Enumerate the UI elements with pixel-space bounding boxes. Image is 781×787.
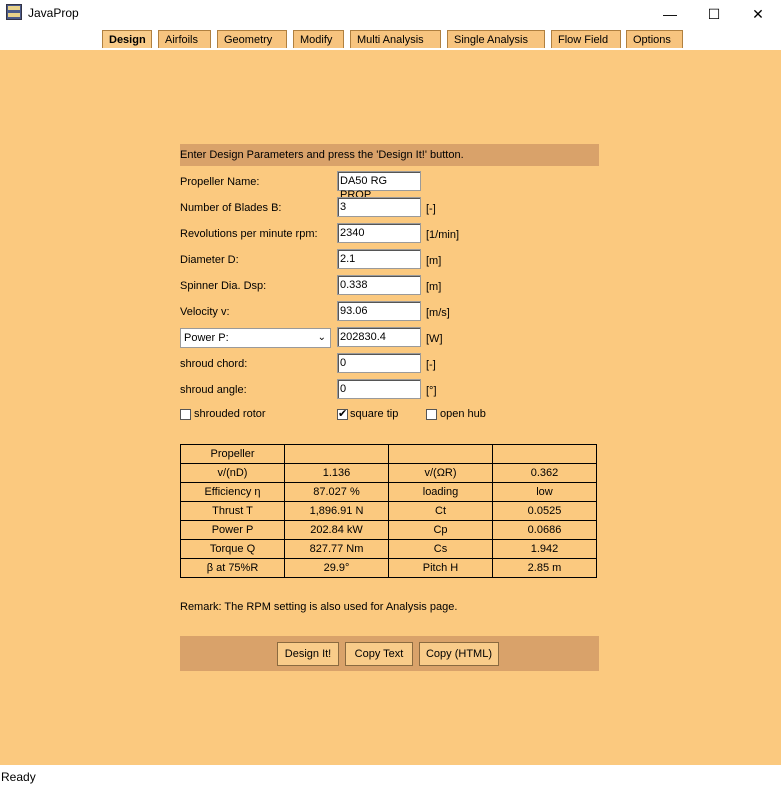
results-table: Propeller v/(nD) 1.136 v/(ΩR) 0.362 Effi…: [180, 444, 597, 578]
tab-airfoils[interactable]: Airfoils: [158, 30, 211, 48]
tab-bar: Design Airfoils Geometry Modify Multi An…: [0, 28, 781, 50]
velocity-input[interactable]: 93.06: [337, 301, 421, 321]
maximize-button[interactable]: ☐: [692, 0, 736, 28]
table-row: Power P 202.84 kW Cp 0.0686: [180, 520, 597, 540]
tab-flow-field[interactable]: Flow Field: [551, 30, 621, 48]
table-cell: 827.77 Nm: [284, 539, 389, 559]
instructions-bar: Enter Design Parameters and press the 'D…: [180, 144, 599, 166]
table-cell: [284, 444, 389, 464]
window-title: JavaProp: [28, 6, 79, 20]
rpm-input[interactable]: 2340: [337, 223, 421, 243]
table-cell: v/(ΩR): [388, 463, 493, 483]
diameter-unit: [m]: [426, 255, 442, 267]
blades-unit: [-]: [426, 203, 436, 215]
table-cell: 29.9°: [284, 558, 389, 578]
design-it-button[interactable]: Design It!: [277, 642, 339, 666]
chevron-down-icon: ⌄: [317, 332, 326, 343]
spinner-input[interactable]: 0.338: [337, 275, 421, 295]
minimize-icon: —: [663, 6, 677, 22]
power-input[interactable]: 202830.4: [337, 327, 421, 347]
propeller-name-input[interactable]: DA50 RG PROP: [337, 171, 421, 201]
blades-label: Number of Blades B:: [180, 202, 282, 214]
table-cell: Efficiency η: [180, 482, 285, 502]
table-row: Torque Q 827.77 Nm Cs 1.942: [180, 539, 597, 559]
status-text: Ready: [1, 770, 36, 784]
instructions-text: Enter Design Parameters and press the 'D…: [180, 149, 464, 161]
tab-design[interactable]: Design: [102, 30, 152, 48]
table-row: Efficiency η 87.027 % loading low: [180, 482, 597, 502]
table-row: Propeller: [180, 444, 597, 464]
checkmark-icon: ✔: [338, 408, 348, 420]
table-cell: 202.84 kW: [284, 520, 389, 540]
velocity-unit: [m/s]: [426, 307, 450, 319]
title-bar: JavaProp — ☐ ✕: [0, 0, 781, 28]
velocity-label: Velocity v:: [180, 306, 230, 318]
table-row: Thrust T 1,896.91 N Ct 0.0525: [180, 501, 597, 521]
power-select[interactable]: Power P: ⌄: [180, 328, 331, 348]
propeller-name-label: Propeller Name:: [180, 176, 260, 188]
copy-html-button[interactable]: Copy (HTML): [419, 642, 499, 666]
table-cell: Cs: [388, 539, 493, 559]
table-cell: Ct: [388, 501, 493, 521]
table-cell: 1.136: [284, 463, 389, 483]
tab-single-analysis[interactable]: Single Analysis: [447, 30, 545, 48]
table-cell: β at 75%R: [180, 558, 285, 578]
shrouded-rotor-label: shrouded rotor: [194, 408, 266, 420]
open-hub-label: open hub: [440, 408, 486, 420]
table-cell: Power P: [180, 520, 285, 540]
table-cell: Propeller: [180, 444, 285, 464]
open-hub-checkbox[interactable]: [426, 409, 437, 420]
table-cell: 1.942: [492, 539, 597, 559]
table-cell: Thrust T: [180, 501, 285, 521]
tab-multi-analysis[interactable]: Multi Analysis: [350, 30, 441, 48]
shroud-angle-input[interactable]: 0: [337, 379, 421, 399]
table-cell: Torque Q: [180, 539, 285, 559]
table-cell: Pitch H: [388, 558, 493, 578]
status-bar: Ready: [0, 765, 781, 787]
shroud-chord-unit: [-]: [426, 359, 436, 371]
spinner-unit: [m]: [426, 281, 442, 293]
rpm-label: Revolutions per minute rpm:: [180, 228, 318, 240]
tab-modify[interactable]: Modify: [293, 30, 344, 48]
shroud-chord-input[interactable]: 0: [337, 353, 421, 373]
square-tip-checkbox[interactable]: ✔: [337, 408, 348, 420]
table-cell: 1,896.91 N: [284, 501, 389, 521]
square-tip-label: square tip: [350, 408, 399, 420]
remark-text: Remark: The RPM setting is also used for…: [180, 601, 458, 613]
rpm-unit: [1/min]: [426, 229, 460, 241]
table-cell: v/(nD): [180, 463, 285, 483]
shroud-angle-label: shroud angle:: [180, 384, 247, 396]
table-cell: Cp: [388, 520, 493, 540]
table-row: v/(nD) 1.136 v/(ΩR) 0.362: [180, 463, 597, 483]
table-cell: [492, 444, 597, 464]
shroud-angle-unit: [°]: [426, 385, 437, 397]
table-cell: 0.0525: [492, 501, 597, 521]
diameter-label: Diameter D:: [180, 254, 239, 266]
javaprop-app-icon: [6, 4, 22, 20]
power-unit: [W]: [426, 333, 443, 345]
maximize-icon: ☐: [707, 5, 721, 22]
tab-geometry[interactable]: Geometry: [217, 30, 287, 48]
tab-options[interactable]: Options: [626, 30, 683, 48]
table-cell: 2.85 m: [492, 558, 597, 578]
blades-input[interactable]: 3: [337, 197, 421, 217]
shroud-chord-label: shroud chord:: [180, 358, 248, 370]
table-cell: 87.027 %: [284, 482, 389, 502]
table-cell: 0.0686: [492, 520, 597, 540]
close-icon: ✕: [752, 5, 764, 22]
spinner-label: Spinner Dia. Dsp:: [180, 280, 267, 292]
minimize-button[interactable]: —: [648, 0, 692, 28]
close-button[interactable]: ✕: [736, 0, 780, 28]
table-cell: low: [492, 482, 597, 502]
diameter-input[interactable]: 2.1: [337, 249, 421, 269]
table-cell: [388, 444, 493, 464]
power-select-value: Power P:: [184, 332, 229, 344]
table-cell: 0.362: [492, 463, 597, 483]
shrouded-rotor-checkbox[interactable]: [180, 409, 191, 420]
table-row: β at 75%R 29.9° Pitch H 2.85 m: [180, 558, 597, 578]
copy-text-button[interactable]: Copy Text: [345, 642, 413, 666]
table-cell: loading: [388, 482, 493, 502]
